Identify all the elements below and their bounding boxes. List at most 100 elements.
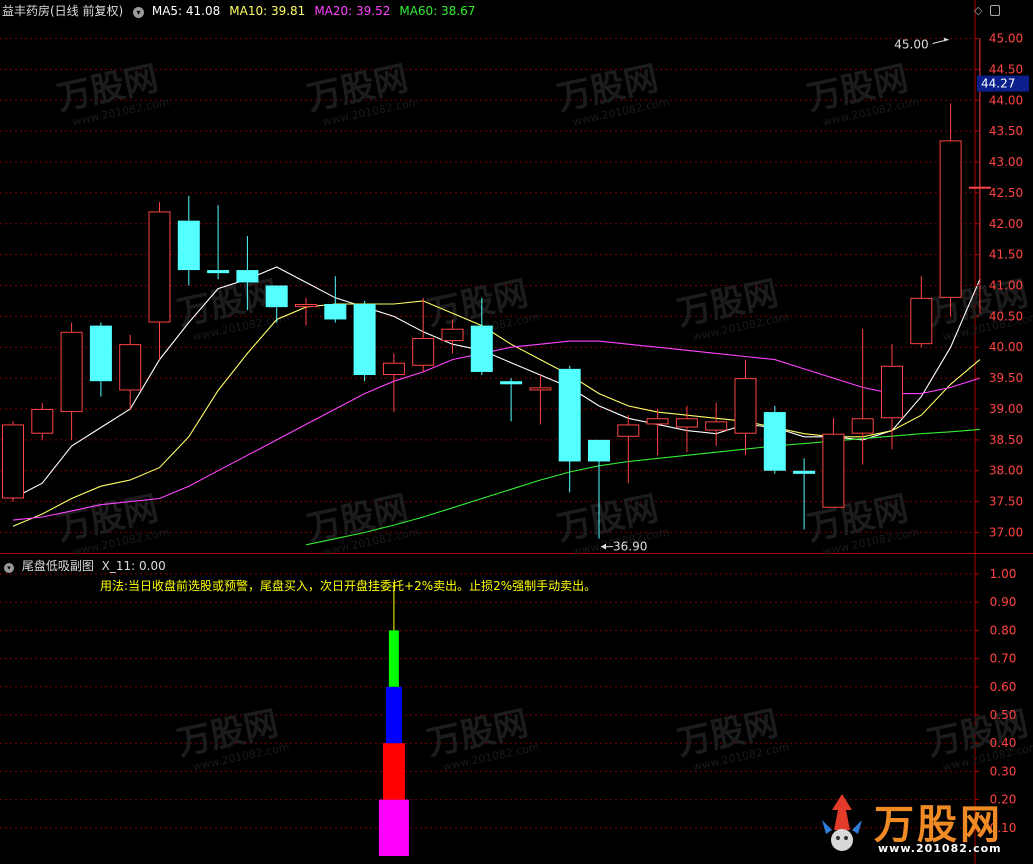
ma-legend-item: MA60: 38.67 — [399, 4, 476, 18]
high-price-label: 45.00 — [894, 38, 928, 52]
brand-logo: 万股网 www.201082.com — [812, 790, 1027, 860]
main-chart-header: 益丰药房(日线 前复权) ▾ MA5: 41.08 MA10: 39.81 MA20… — [2, 2, 484, 19]
candle-body — [31, 408, 54, 434]
candle-body — [470, 325, 493, 372]
candle-body — [968, 186, 991, 189]
sub-y-tick-label: 0.70 — [990, 652, 1017, 666]
candle-body — [412, 337, 435, 366]
candle-body — [675, 418, 698, 428]
candle[interactable] — [763, 405, 786, 474]
sub-chart-bars — [378, 582, 409, 856]
ma-legend-item: MA20: 39.52 — [314, 4, 391, 18]
candle-body — [939, 140, 962, 298]
expand-icon[interactable]: ◇ — [974, 4, 982, 17]
stock-chart[interactable]: 万股网www.201082.com 万股网www.201082.com 万股网www… — [0, 0, 1033, 864]
candle-body — [324, 304, 347, 320]
usage-note: 用法:当日收盘前选股或预警，尾盘买入，次日开盘挂委托+2%卖出。止损2%强制手动… — [100, 579, 597, 593]
candle-body — [148, 211, 171, 323]
candle-body — [89, 325, 112, 382]
sub-y-tick-label: 0.90 — [990, 595, 1017, 609]
y-tick-label: 38.00 — [989, 464, 1023, 478]
candle[interactable] — [353, 300, 376, 382]
candle-body — [558, 368, 581, 462]
low-price-label: 36.90 — [613, 540, 647, 554]
sub-chart-header: ▾ 尾盘低吸副图 X_11: 0.00 — [4, 557, 166, 574]
sub-y-tick-label: 0.80 — [990, 623, 1017, 637]
signal-bar-segment — [385, 686, 402, 744]
candle[interactable] — [500, 378, 523, 422]
y-tick-label: 43.50 — [989, 124, 1023, 138]
y-tick-label: 39.50 — [989, 371, 1023, 385]
settings-icon[interactable]: ▾ — [133, 7, 145, 18]
candle[interactable] — [939, 103, 962, 317]
candle-body — [236, 270, 259, 283]
candle[interactable] — [851, 328, 874, 465]
panel-toggle-icon[interactable] — [990, 5, 1000, 16]
candle[interactable] — [148, 202, 171, 360]
y-tick-label: 44.00 — [989, 93, 1023, 107]
candle[interactable] — [558, 365, 581, 493]
candle[interactable] — [2, 421, 24, 502]
candle[interactable] — [734, 359, 757, 456]
y-tick-label: 45.00 — [989, 32, 1023, 46]
candle-body — [881, 365, 903, 419]
current-price-label: 44.27 — [981, 77, 1015, 91]
candle[interactable] — [382, 353, 405, 413]
brand-mascot-icon — [822, 794, 862, 851]
candle-body — [265, 285, 288, 308]
candle-body — [529, 387, 552, 391]
ma-legend-item: MA5: 41.08 — [151, 4, 221, 18]
candle-body — [353, 304, 376, 376]
sub-settings-icon[interactable]: ▾ — [4, 563, 14, 573]
indicator-name[interactable]: 尾盘低吸副图 — [22, 559, 94, 573]
y-tick-label: 41.50 — [989, 248, 1023, 262]
candle[interactable] — [529, 375, 552, 425]
signal-bar-segment — [382, 743, 405, 800]
candle-body — [793, 470, 816, 474]
candle-body — [382, 362, 405, 376]
candle-body — [646, 418, 669, 425]
y-tick-label: 42.50 — [989, 186, 1023, 200]
ma-legend-item: MA10: 39.81 — [229, 4, 306, 18]
candle-body — [734, 378, 757, 434]
ma-legend: MA5: 41.08 MA10: 39.81 MA20: 39.52 MA60: 38… — [152, 4, 485, 18]
candle[interactable] — [617, 415, 640, 484]
candle[interactable] — [822, 418, 845, 508]
y-tick-label: 44.50 — [989, 62, 1023, 76]
candle-body — [295, 304, 317, 308]
candle-body — [822, 433, 845, 508]
candle-body — [177, 220, 200, 271]
candle[interactable] — [207, 205, 230, 280]
signal-bar-segment — [388, 630, 399, 687]
candle[interactable] — [177, 195, 200, 286]
candle[interactable] — [31, 402, 54, 440]
indicator-value: X_11: 0.00 — [101, 559, 166, 573]
candle[interactable] — [646, 408, 669, 456]
sub-y-tick-label: 1.00 — [990, 567, 1017, 581]
candle[interactable] — [295, 297, 317, 326]
candle[interactable] — [705, 402, 728, 447]
y-tick-label: 41.00 — [989, 279, 1023, 293]
candle-body — [705, 421, 728, 431]
y-tick-label: 40.00 — [989, 340, 1023, 354]
candle-body — [441, 328, 464, 342]
candle-body — [119, 344, 142, 391]
candle-body — [617, 424, 640, 437]
stock-title[interactable]: 益丰药房(日线 前复权) — [2, 4, 123, 18]
candle-body — [851, 418, 874, 434]
candle-body — [207, 270, 230, 274]
y-tick-label: 37.50 — [989, 495, 1023, 509]
sub-y-tick-label: 0.50 — [990, 708, 1017, 722]
sub-y-tick-label: 0.40 — [990, 736, 1017, 750]
candle[interactable] — [60, 322, 83, 440]
candle-body — [910, 297, 933, 345]
y-tick-label: 39.00 — [989, 402, 1023, 416]
sub-y-tick-label: 0.60 — [990, 680, 1017, 694]
candle-body — [60, 331, 83, 413]
candle[interactable] — [324, 276, 347, 323]
candle[interactable] — [89, 322, 112, 397]
y-tick-label: 43.00 — [989, 155, 1023, 169]
candle-body — [2, 424, 24, 499]
candle[interactable] — [119, 334, 142, 409]
candle[interactable] — [910, 276, 933, 348]
